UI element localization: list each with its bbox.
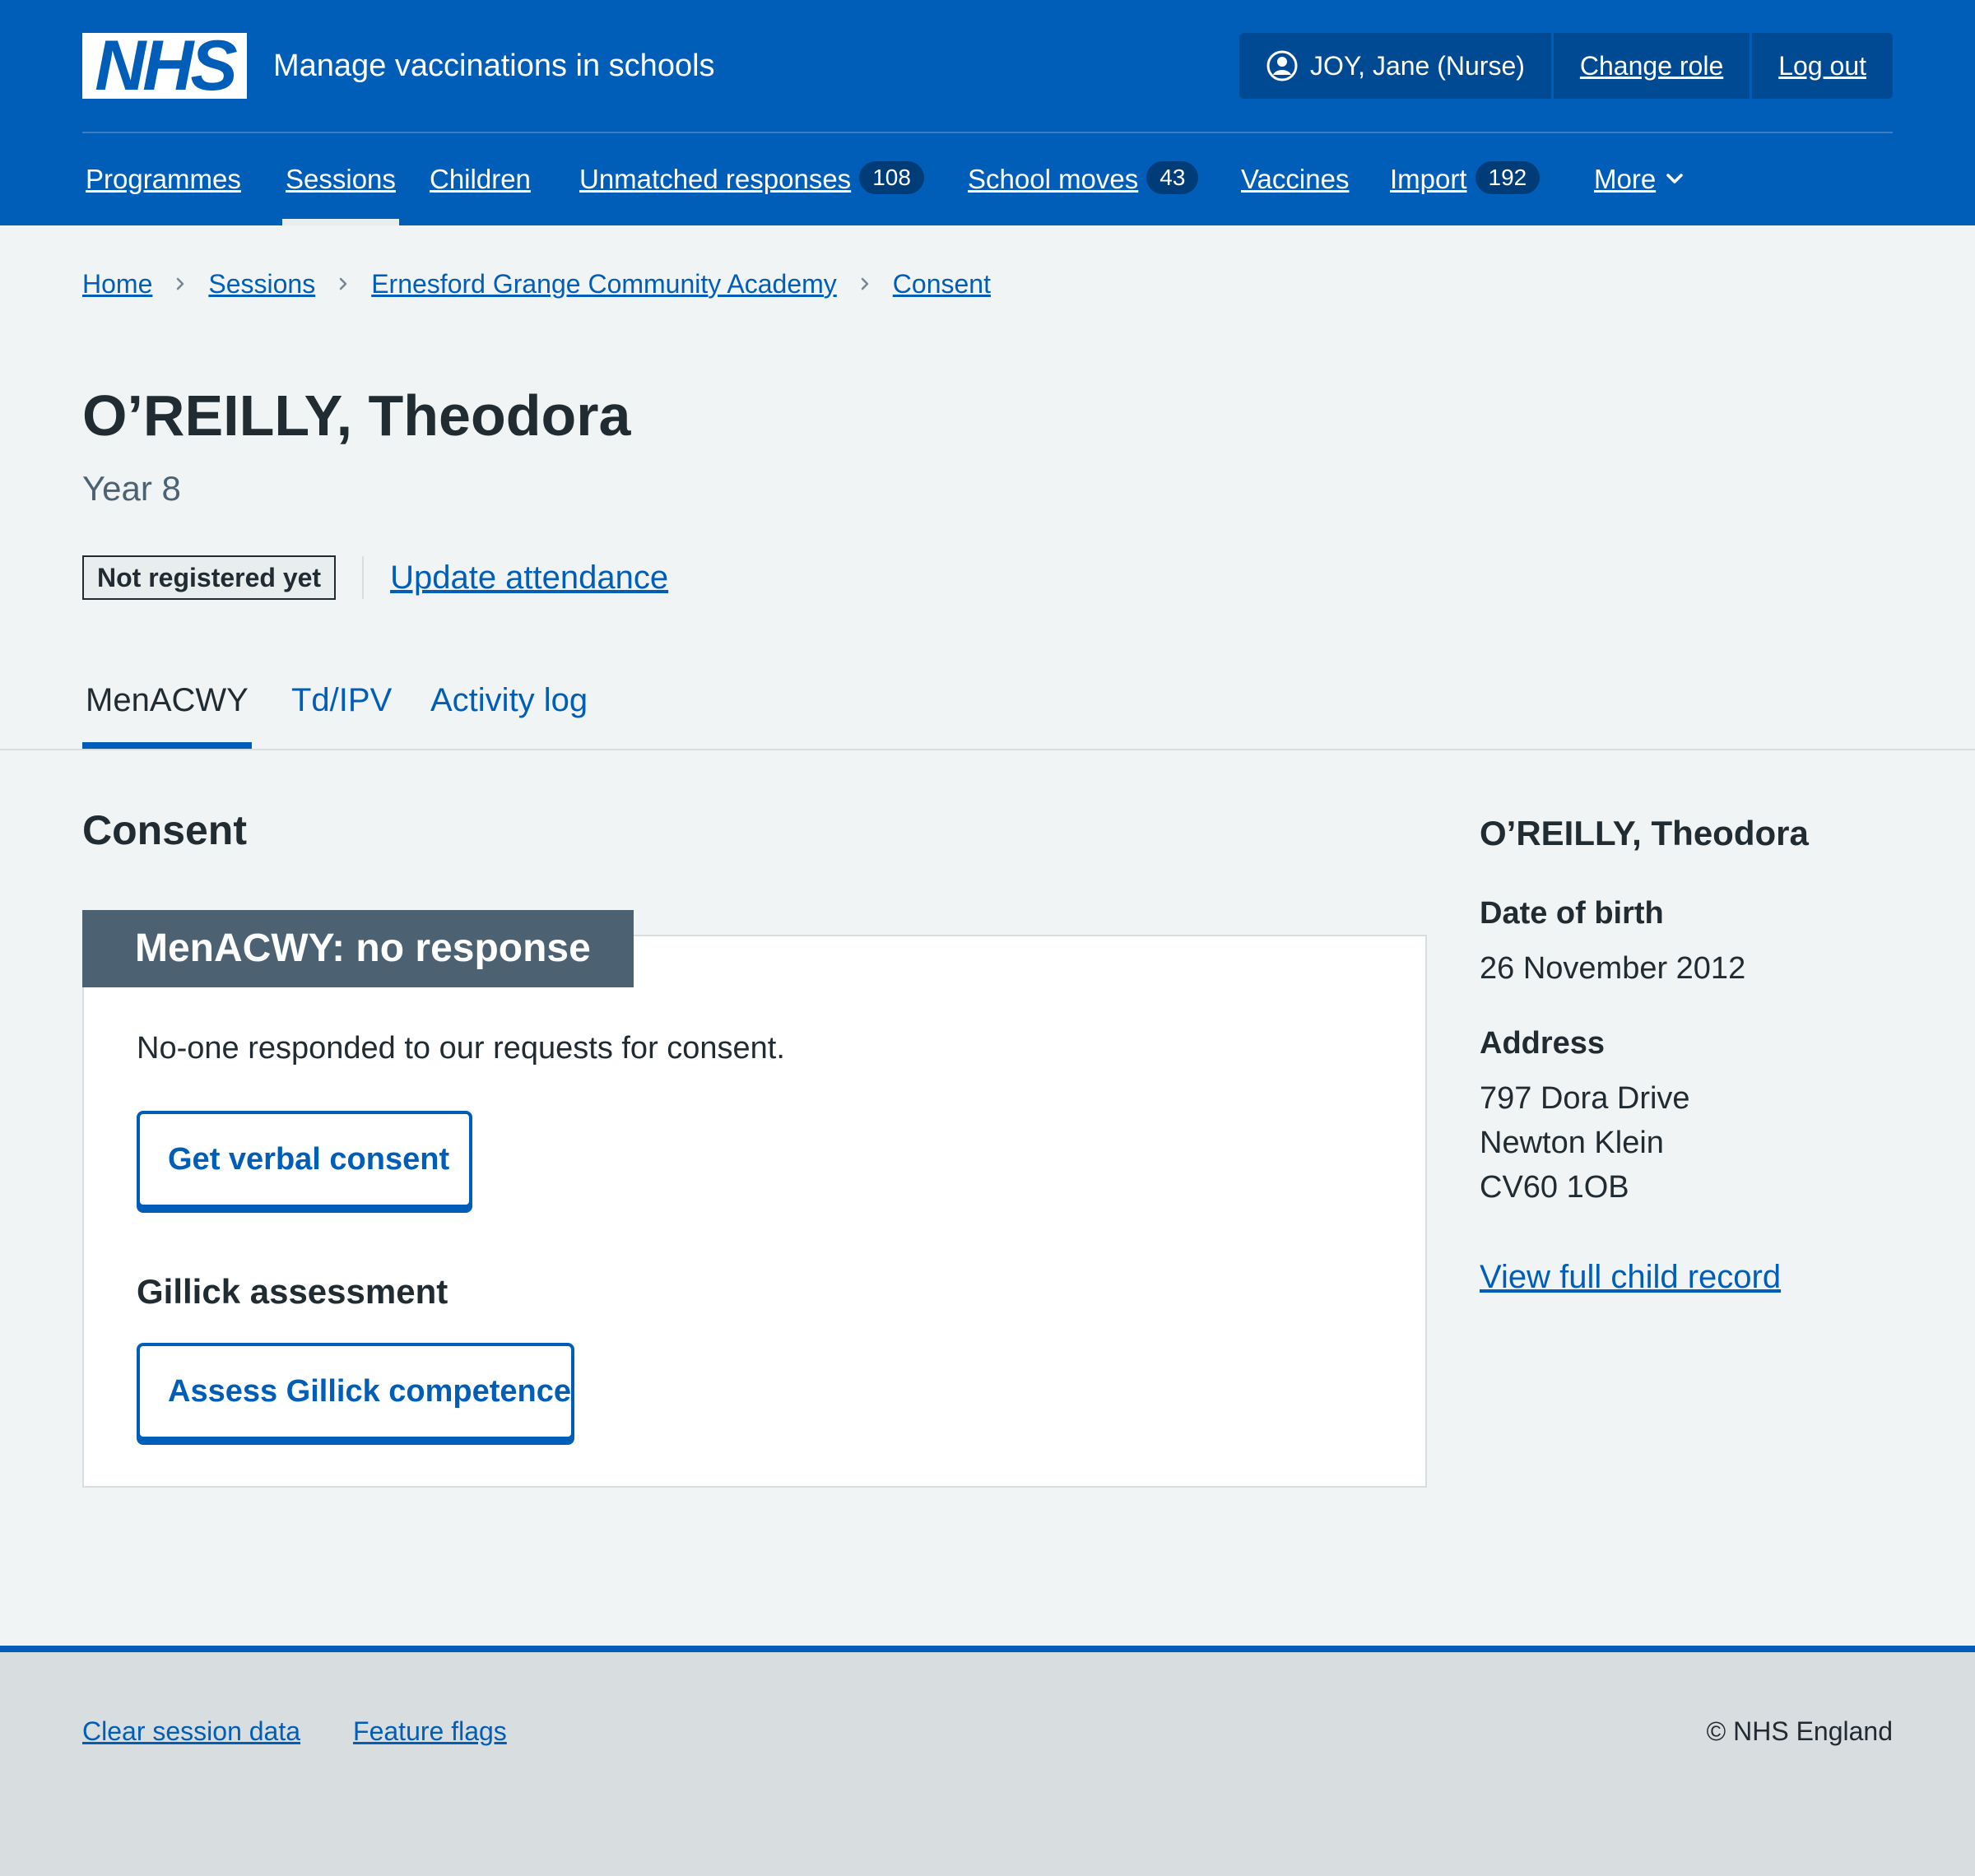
- address-line: 797 Dora Drive: [1480, 1081, 1690, 1116]
- assess-gillick-button[interactable]: Assess Gillick competence: [137, 1343, 574, 1440]
- status-badge: Not registered yet: [82, 555, 337, 600]
- footer: Clear session data Feature flags © NHS E…: [0, 1646, 1975, 1876]
- child-name: O’REILLY, Theodora: [1480, 814, 1809, 852]
- nav-item-vaccines: Vaccines: [1241, 134, 1349, 225]
- year-group-caption: Year 8: [82, 469, 181, 508]
- nav-link-children[interactable]: Children: [430, 164, 531, 194]
- tab-menacwy[interactable]: MenACWY: [82, 666, 252, 749]
- address-value: 797 Dora Drive Newton Klein CV60 1OB: [1480, 1076, 1891, 1210]
- nav-link-unmatched-responses[interactable]: Unmatched responses: [579, 164, 851, 194]
- gillick-heading: Gillick assessment: [137, 1272, 448, 1311]
- nav-link-vaccines[interactable]: Vaccines: [1241, 164, 1349, 194]
- header: NHS Manage vaccinations in schools JOY, …: [0, 0, 1975, 225]
- nav-item-school-moves: School moves 43: [968, 134, 1199, 225]
- breadcrumb-consent[interactable]: Consent: [893, 269, 991, 300]
- update-attendance-link[interactable]: Update attendance: [390, 560, 668, 597]
- breadcrumb-school[interactable]: Ernesford Grange Community Academy: [371, 269, 837, 300]
- change-role-item: Change role: [1550, 33, 1750, 99]
- address-line: Newton Klein: [1480, 1126, 1664, 1160]
- feature-flags-link[interactable]: Feature flags: [353, 1716, 507, 1747]
- header-top: NHS Manage vaccinations in schools JOY, …: [82, 30, 1893, 101]
- chevron-right-icon: [339, 277, 347, 290]
- chevron-right-icon: [861, 277, 869, 290]
- nav-item-import: Import 192: [1390, 134, 1540, 225]
- chevron-down-icon: [1666, 174, 1683, 184]
- view-child-record-link[interactable]: View full child record: [1480, 1254, 1891, 1300]
- nhs-logo[interactable]: NHS: [82, 30, 247, 101]
- breadcrumb: Home Sessions Ernesford Grange Community…: [82, 263, 991, 304]
- nav-link-import[interactable]: Import: [1390, 164, 1467, 194]
- address-label: Address: [1480, 1026, 1606, 1061]
- dob-value: 26 November 2012: [1480, 951, 1746, 986]
- breadcrumb-sessions[interactable]: Sessions: [208, 269, 315, 300]
- child-summary: O’REILLY, Theodora Date of birth 26 Nove…: [1480, 806, 1891, 1300]
- service-name[interactable]: Manage vaccinations in schools: [273, 33, 715, 99]
- status-divider: [362, 556, 365, 599]
- account-user: JOY, Jane (Nurse): [1239, 33, 1551, 99]
- programme-tabs: MenACWY Td/IPV Activity log: [0, 666, 1975, 750]
- primary-nav: Programmes Sessions Children Unmatched r…: [82, 134, 1893, 225]
- header-divider: [82, 132, 1893, 133]
- breadcrumb-home[interactable]: Home: [82, 269, 152, 300]
- account-user-name: JOY, Jane (Nurse): [1310, 51, 1525, 81]
- consent-card-text: No-one responded to our requests for con…: [137, 1031, 785, 1066]
- change-role-link[interactable]: Change role: [1580, 33, 1723, 99]
- get-verbal-consent-button[interactable]: Get verbal consent: [137, 1111, 472, 1208]
- section-title: Consent: [82, 807, 247, 853]
- status-row: Not registered yet Update attendance: [82, 555, 668, 601]
- school-moves-count: 43: [1146, 161, 1199, 195]
- nav-link-sessions[interactable]: Sessions: [286, 164, 396, 194]
- tab-td-ipv[interactable]: Td/IPV: [291, 666, 392, 749]
- dob-label: Date of birth: [1480, 896, 1664, 931]
- nav-item-children: Children: [430, 134, 531, 225]
- log-out-link[interactable]: Log out: [1778, 33, 1866, 99]
- clear-session-data-link[interactable]: Clear session data: [82, 1716, 300, 1747]
- copyright: © NHS England: [1706, 1716, 1893, 1746]
- nav-item-sessions: Sessions: [282, 134, 399, 225]
- consent-card-heading: MenACWY: no response: [82, 910, 634, 987]
- nav-item-unmatched-responses: Unmatched responses 108: [579, 134, 924, 225]
- footer-links: Clear session data Feature flags: [82, 1716, 507, 1747]
- unmatched-responses-count: 108: [859, 161, 924, 195]
- user-icon: [1266, 50, 1298, 81]
- address-line: CV60 1OB: [1480, 1170, 1629, 1205]
- log-out-item: Log out: [1750, 33, 1893, 99]
- account-bar: JOY, Jane (Nurse) Change role Log out: [1239, 33, 1893, 99]
- nav-link-school-moves[interactable]: School moves: [968, 164, 1138, 194]
- nav-link-programmes[interactable]: Programmes: [86, 164, 241, 194]
- tab-activity-log[interactable]: Activity log: [430, 666, 588, 749]
- nav-item-more[interactable]: More: [1594, 134, 1685, 225]
- chevron-right-icon: [177, 277, 184, 290]
- nav-item-programmes: Programmes: [86, 134, 241, 225]
- page-title: O’REILLY, Theodora: [82, 383, 631, 448]
- import-count: 192: [1475, 161, 1540, 195]
- nav-link-more[interactable]: More: [1594, 164, 1656, 194]
